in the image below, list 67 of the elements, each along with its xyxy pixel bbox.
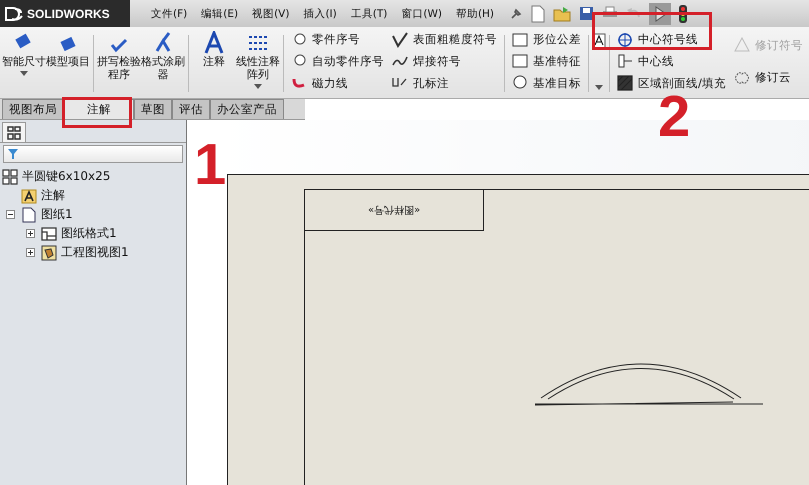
menu-item[interactable]: 工具(T) (344, 6, 394, 20)
letter-a-icon (202, 31, 226, 55)
roughness-icon (392, 32, 408, 48)
annotation-folder-icon (21, 188, 37, 204)
tab[interactable]: 草图 (134, 99, 172, 119)
menu-item[interactable]: 文件(F) (144, 6, 194, 20)
target-icon (512, 75, 528, 92)
ribbon-button[interactable]: 基准特征 (512, 51, 581, 72)
revision-icon (734, 37, 750, 54)
folder-icon[interactable] (553, 6, 572, 22)
new-document-icon[interactable] (531, 4, 546, 22)
ribbon-button[interactable]: 中心符号线 (617, 30, 726, 50)
center-mark-icon (617, 32, 633, 48)
tree-item[interactable]: 半圆键6x10x25 (2, 167, 184, 186)
feature-tree-tab[interactable] (2, 122, 26, 142)
ribbon-button[interactable]: 零件序号 (291, 30, 384, 50)
highlight-frame (62, 97, 132, 128)
logo-icon (4, 6, 24, 22)
tab[interactable]: 办公室产品 (210, 99, 284, 119)
pin-icon[interactable] (509, 6, 524, 20)
cloud-icon (734, 70, 750, 86)
filter-icon (7, 148, 19, 160)
menu-item[interactable]: 帮助(H) (448, 6, 502, 20)
ribbon-button[interactable]: 孔标注 (392, 73, 497, 94)
ribbon-button[interactable]: 智能尺寸 (2, 29, 46, 98)
assembly-icon (2, 168, 18, 184)
drawing-view-icon (41, 244, 57, 260)
expand-toggle-icon[interactable] (26, 248, 37, 257)
ribbon-button[interactable]: 拼写检验程序 (97, 29, 141, 98)
drawing-code-text: «图样代号» (368, 203, 420, 217)
ribbon-button[interactable]: 修订云 (734, 68, 803, 88)
ribbon-button[interactable]: 模型项目 (46, 29, 90, 98)
tree-item[interactable]: 图纸1 (2, 205, 184, 224)
ribbon-button[interactable]: 格式涂刷器 (141, 29, 185, 98)
tab[interactable]: 评估 (172, 99, 210, 119)
menu-item[interactable]: 窗口(W) (394, 6, 449, 20)
datum-icon (512, 53, 528, 70)
tree-grid-icon (6, 124, 22, 140)
tree-item[interactable]: 注解 (2, 186, 184, 205)
menu-item[interactable]: 编辑(E) (194, 6, 246, 20)
ribbon-button[interactable]: 自动零件序号 (291, 51, 384, 72)
ribbon-button[interactable]: 中心线 (617, 51, 726, 72)
ribbon-button[interactable]: 焊接符号 (392, 51, 497, 72)
tab[interactable]: 注解 (64, 99, 134, 119)
step-number: 1 (194, 136, 226, 194)
ribbon-button[interactable]: 表面粗糙度符号 (392, 30, 497, 50)
sheet-icon (21, 206, 37, 222)
hatch-icon (617, 75, 633, 92)
ribbon-button[interactable]: 磁力线 (291, 73, 384, 94)
caret-icon[interactable] (595, 85, 603, 90)
menu-item[interactable]: 视图(V) (245, 6, 296, 20)
tab[interactable]: 视图布局 (2, 99, 64, 119)
ribbon-button[interactable]: 基准目标 (512, 73, 581, 94)
expand-toggle-icon[interactable] (26, 229, 37, 238)
ribbon-button[interactable]: 形位公差 (512, 30, 581, 50)
ribbon-button[interactable]: 线性注释阵列 (236, 29, 280, 98)
ribbon-button[interactable]: 注释 (192, 29, 236, 98)
app-logo: SOLIDWORKS (27, 6, 110, 20)
menu-item[interactable]: 插入(I) (296, 6, 344, 20)
sheet-format-icon (41, 226, 57, 242)
collapse-toggle-icon[interactable] (6, 210, 17, 219)
tree-item[interactable]: 图纸格式1 (2, 224, 184, 243)
filter-field[interactable] (3, 145, 183, 163)
centerline-icon (617, 53, 633, 70)
tree-item[interactable]: 工程图视图1 (2, 243, 184, 262)
save-icon[interactable] (579, 6, 594, 21)
tolerance-icon (512, 32, 528, 48)
